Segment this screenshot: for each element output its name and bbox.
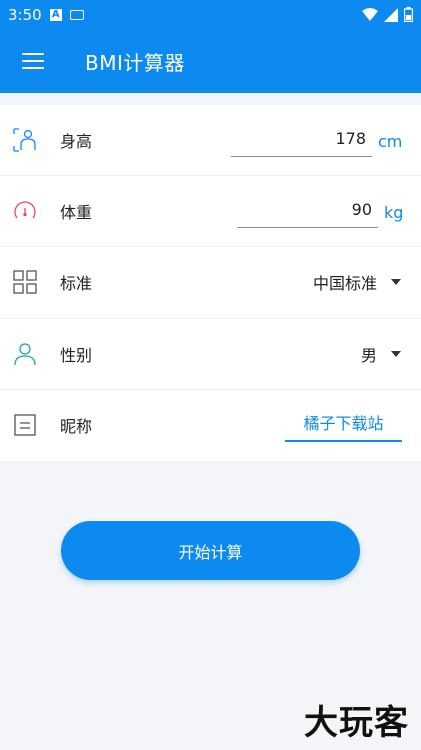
caret-down-icon xyxy=(391,350,401,357)
status-time: 3:50 xyxy=(8,5,42,24)
weight-row: 体重 kg xyxy=(0,176,421,248)
battery-icon xyxy=(404,7,413,22)
caret-down-icon xyxy=(391,279,401,286)
person-height-icon xyxy=(13,128,37,152)
app-bar: BMI计算器 xyxy=(0,29,421,93)
gender-label: 性别 xyxy=(60,345,93,365)
menu-icon[interactable] xyxy=(22,53,44,69)
app-title: BMI计算器 xyxy=(85,50,185,75)
height-row: 身高 cm xyxy=(0,105,421,177)
weight-input[interactable] xyxy=(237,198,378,229)
height-input[interactable] xyxy=(231,127,372,157)
nickname-input[interactable] xyxy=(285,408,402,443)
note-icon xyxy=(13,413,37,437)
gender-row: 性别 男 xyxy=(0,319,421,390)
standard-value: 中国标准 xyxy=(312,274,377,294)
grid-icon xyxy=(13,270,37,295)
status-bar: 3:50 A xyxy=(0,0,421,29)
height-unit: cm xyxy=(378,132,403,151)
start-calculation-button[interactable]: 开始计算 xyxy=(61,521,360,580)
standard-row: 标准 中国标准 xyxy=(0,247,421,319)
standard-select[interactable]: 中国标准 xyxy=(313,270,401,294)
bmi-form: 身高 cm 体重 kg 标准 xyxy=(0,105,421,461)
gender-select[interactable]: 男 xyxy=(361,342,401,366)
nickname-label: 昵称 xyxy=(60,417,93,437)
person-icon xyxy=(13,342,37,366)
notification-a-icon: A xyxy=(49,8,62,21)
nickname-row: 昵称 xyxy=(0,390,421,461)
weight-label: 体重 xyxy=(60,203,93,223)
weight-unit: kg xyxy=(384,203,404,223)
standard-label: 标准 xyxy=(60,274,93,294)
signal-icon xyxy=(384,7,398,22)
height-label: 身高 xyxy=(60,132,93,152)
keyboard-icon xyxy=(69,9,84,20)
gauge-icon xyxy=(13,199,37,223)
wifi-icon xyxy=(362,7,378,21)
watermark-logo: 大玩客 xyxy=(304,703,409,743)
gender-value: 男 xyxy=(360,345,377,365)
